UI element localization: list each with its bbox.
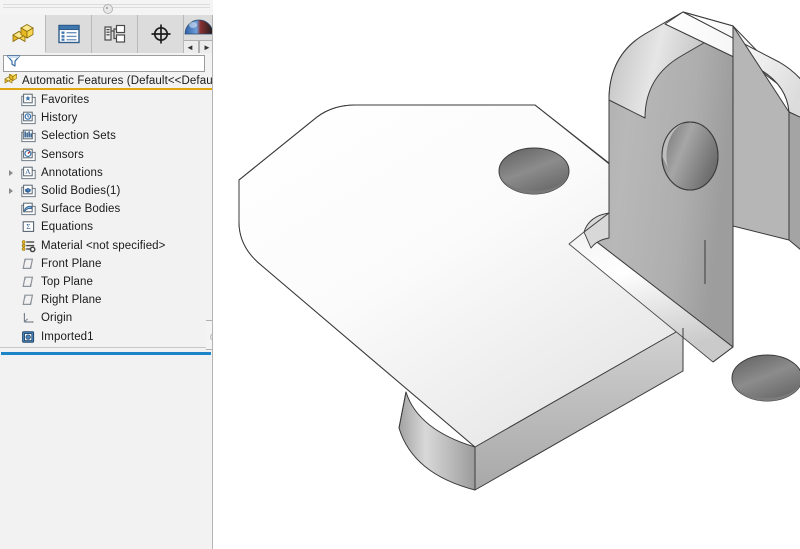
nav-prev-button[interactable]: ◄: [184, 40, 199, 53]
tree-item-label: Selection Sets: [41, 130, 116, 142]
tree-filter-box[interactable]: [3, 55, 205, 72]
feature-manager-dock: ◄ ►: [0, 0, 213, 549]
imported-body-icon: [18, 330, 38, 344]
graphics-viewport[interactable]: [213, 0, 800, 549]
tree-item-label: Material <not specified>: [41, 240, 166, 252]
history-folder-icon: [18, 111, 38, 125]
tab-feature-manager[interactable]: [0, 15, 46, 53]
property-manager-icon: [57, 23, 81, 45]
configuration-manager-icon: [103, 23, 127, 45]
tree-item-label: Solid Bodies(1): [41, 185, 120, 197]
tab-display-manager[interactable]: ◄ ►: [184, 15, 213, 53]
tree-item-material[interactable]: Material <not specified>: [0, 237, 212, 255]
display-manager-nav-arrows: ◄ ►: [184, 40, 213, 53]
panel-grab-handle[interactable]: [103, 4, 113, 14]
tree-item-top-plane[interactable]: Top Plane: [0, 273, 212, 291]
chevron-right-icon: [9, 188, 13, 194]
tree-root-node[interactable]: Automatic Features (Default<<Default>_[: [0, 74, 212, 88]
tree-item-favorites[interactable]: Favorites: [0, 91, 212, 109]
manager-tab-bar: ◄ ►: [0, 15, 213, 54]
plane-icon: [18, 293, 38, 307]
tree-item-front-plane[interactable]: Front Plane: [0, 255, 212, 273]
tree-item-label: Annotations: [41, 167, 103, 179]
plane-icon: [18, 257, 38, 271]
tree-item-solid-bodies[interactable]: Solid Bodies(1): [0, 182, 212, 200]
tree-item-label: Equations: [41, 221, 93, 233]
filter-funnel-icon: [6, 54, 21, 73]
tree-item-label: Front Plane: [41, 258, 102, 270]
tree-item-selection-sets[interactable]: Selection Sets: [0, 127, 212, 145]
tab-configuration-manager[interactable]: [92, 15, 138, 53]
chevron-right-icon: [9, 170, 13, 176]
tree-item-imported1[interactable]: Imported1: [0, 327, 212, 345]
tree-item-sensors[interactable]: Sensors: [0, 146, 212, 164]
panel-grab-strip[interactable]: [0, 0, 213, 16]
surface-bodies-icon: [18, 202, 38, 216]
dimxpert-target-icon: [149, 22, 173, 46]
tree-item-surface-bodies[interactable]: Surface Bodies: [0, 200, 212, 218]
solidworks-window: ◄ ►: [0, 0, 800, 549]
tree-item-label: History: [41, 112, 77, 124]
annotations-folder-icon: A: [18, 166, 38, 180]
tree-item-label: Surface Bodies: [41, 203, 120, 215]
favorites-folder-icon: [18, 93, 38, 107]
tree-item-label: Top Plane: [41, 276, 93, 288]
plane-icon: [18, 275, 38, 289]
svg-text:A: A: [25, 167, 31, 176]
tree-item-origin[interactable]: Origin: [0, 309, 212, 327]
tree-item-label: Sensors: [41, 149, 84, 161]
tree-item-right-plane[interactable]: Right Plane: [0, 291, 212, 309]
rollback-bar[interactable]: [1, 352, 211, 355]
expand-annotations-arrow[interactable]: [4, 170, 18, 176]
tree-item-label: Right Plane: [41, 294, 102, 306]
feature-manager-icon: [10, 22, 36, 46]
solid-bodies-icon: [18, 184, 38, 198]
tree-bottom-divider: [0, 347, 212, 348]
tree-root-label: Automatic Features (Default<<Default>_[: [22, 75, 212, 87]
nav-next-button[interactable]: ►: [199, 40, 214, 53]
tree-item-history[interactable]: History: [0, 109, 212, 127]
tree-item-label: Favorites: [41, 94, 89, 106]
tree-item-label: Origin: [41, 312, 72, 324]
appearance-sphere-icon: [184, 16, 213, 40]
part-document-icon: [4, 74, 18, 88]
root-separator: [0, 88, 212, 90]
l-bracket-model: [213, 0, 800, 549]
tree-item-label: Imported1: [41, 331, 94, 343]
origin-axis-icon: [18, 311, 38, 325]
filter-row: [0, 53, 213, 74]
selection-sets-icon: [18, 129, 38, 143]
tree-item-equations[interactable]: Σ Equations: [0, 218, 212, 236]
expand-solid-bodies-arrow[interactable]: [4, 188, 18, 194]
svg-text:Σ: Σ: [26, 222, 31, 231]
tree-empty-area: [0, 356, 212, 549]
feature-tree: Automatic Features (Default<<Default>_[ …: [0, 74, 212, 346]
sensors-folder-icon: [18, 148, 38, 162]
tab-property-manager[interactable]: [46, 15, 92, 53]
tab-dimxpert-manager[interactable]: [138, 15, 184, 53]
tree-item-annotations[interactable]: A Annotations: [0, 164, 212, 182]
material-icon: [18, 239, 38, 253]
equations-icon: Σ: [18, 220, 38, 234]
